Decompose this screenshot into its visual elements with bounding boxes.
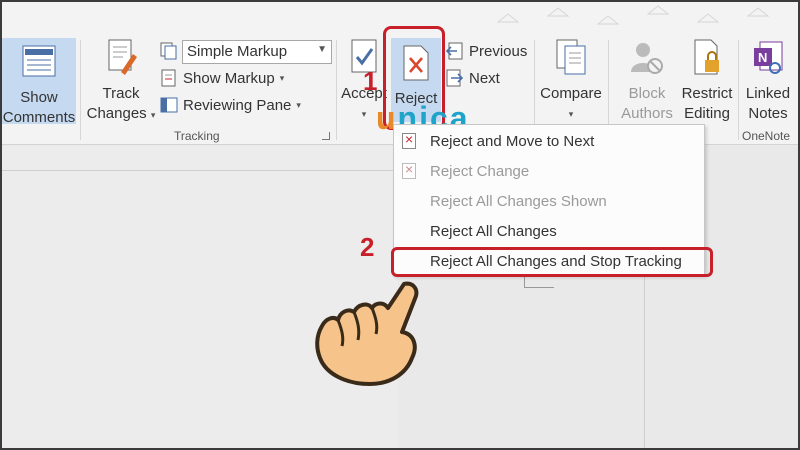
app-window: Show Comments Track Changes ▾ Simple Mar… [0, 0, 800, 450]
menu-item-reject-all-shown[interactable]: Reject All Changes Shown [394, 187, 704, 215]
block-authors-button[interactable]: Block Authors [612, 38, 682, 124]
next-icon [446, 69, 464, 87]
reviewing-pane-icon [160, 96, 178, 114]
previous-icon [445, 42, 464, 60]
linked-notes-line2: Notes [748, 105, 788, 122]
next-label: Next [469, 69, 500, 87]
ribbon-background-pattern [496, 5, 770, 25]
show-comments-line1: Show [20, 89, 58, 106]
previous-label: Previous [469, 42, 528, 60]
chevron-down-icon: ▾ [568, 109, 574, 119]
menu-item-label: Reject All Changes [430, 222, 557, 240]
pointing-hand-icon [315, 281, 419, 386]
track-changes-button[interactable]: Track Changes ▾ [86, 38, 156, 125]
restrict-editing-line2: Editing [684, 105, 730, 122]
chevron-down-icon: ▾ [279, 72, 285, 83]
compare-button[interactable]: Compare ▾ [538, 38, 604, 124]
menu-item-reject-change[interactable]: Reject Change [394, 157, 704, 185]
display-for-review-icon-wrap [160, 40, 178, 62]
linked-notes-line1: Linked [745, 85, 791, 102]
menu-item-reject-and-move[interactable]: Reject and Move to Next [394, 127, 704, 155]
display-for-review-icon [160, 42, 178, 60]
block-authors-line1: Block [628, 85, 666, 102]
reviewing-pane-button[interactable]: Reviewing Pane ▾ [160, 94, 301, 116]
chevron-down-icon: ▾ [296, 99, 301, 110]
menu-item-reject-all-changes[interactable]: Reject All Changes [394, 217, 704, 245]
markup-select-value: Simple Markup [187, 43, 288, 60]
track-changes-line2-wrap: Changes ▾ [87, 104, 156, 125]
show-comments-button[interactable]: Show Comments [2, 38, 76, 126]
chevron-down-icon: ▾ [361, 109, 367, 119]
lock-icon [689, 38, 725, 78]
menu-item-label: Reject Change [430, 162, 530, 180]
show-markup-icon [160, 69, 178, 87]
menu-item-label: Reject and Move to Next [430, 132, 595, 150]
track-changes-line2: Changes [86, 105, 147, 122]
show-markup-label: Show Markup [183, 69, 275, 87]
block-authors-line2: Authors [621, 105, 673, 122]
group-separator [336, 40, 337, 140]
step-2-label: 2 [360, 232, 375, 262]
group-separator [80, 40, 81, 140]
compare-label: Compare [540, 85, 602, 102]
onenote-icon: N [750, 38, 786, 78]
next-button[interactable]: Next [446, 67, 500, 89]
compare-icon [553, 38, 589, 78]
tracking-group-label: Tracking [174, 129, 220, 143]
track-changes-line1: Track [102, 85, 140, 102]
linked-notes-button[interactable]: N Linked Notes [740, 38, 796, 124]
reviewing-pane-label: Reviewing Pane [183, 96, 292, 114]
previous-button[interactable]: Previous [445, 40, 528, 62]
menu-item-label: Reject All Changes Shown [430, 192, 607, 210]
onenote-group-label: OneNote [742, 129, 791, 143]
chevron-down-icon: ▾ [150, 110, 156, 120]
track-changes-icon [103, 38, 139, 78]
stop-tracking-highlight-box [391, 247, 713, 277]
markup-display-select[interactable]: Simple Markup ▼ [182, 40, 332, 64]
reject-small-icon [402, 161, 416, 179]
block-authors-icon [629, 38, 665, 78]
show-markup-button[interactable]: Show Markup ▾ [160, 67, 284, 89]
group-separator [738, 40, 739, 140]
restrict-editing-line1: Restrict [681, 85, 733, 102]
reject-small-icon [402, 131, 416, 149]
comments-icon [21, 42, 57, 82]
tracking-dialog-launcher-icon[interactable] [322, 132, 330, 140]
ruler-divider [2, 170, 398, 171]
restrict-editing-button[interactable]: Restrict Editing [678, 38, 736, 124]
svg-text:N: N [758, 50, 767, 65]
step-1-label: 1 [363, 66, 378, 96]
show-comments-line2: Comments [2, 109, 76, 126]
dropdown-arrow-icon: ▼ [317, 44, 327, 55]
